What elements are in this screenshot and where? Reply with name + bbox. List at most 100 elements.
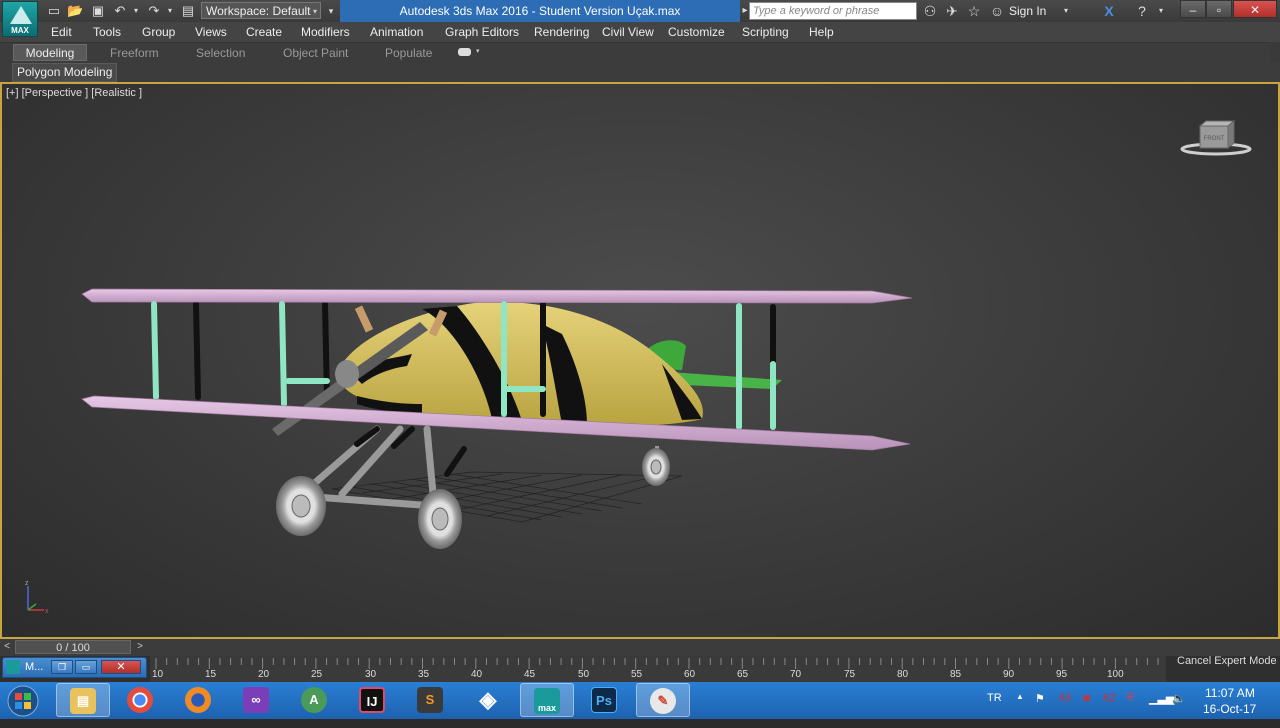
communication-center-icon[interactable]: ✈ <box>943 2 961 20</box>
menu-tools[interactable]: Tools <box>93 25 121 39</box>
clock-date[interactable]: 16-Oct-17 <box>1203 702 1256 716</box>
svg-text:z: z <box>25 580 29 587</box>
tick-label: 55 <box>631 669 643 680</box>
time-slider[interactable]: 0 / 100 <box>15 640 131 654</box>
taskbar-firefox[interactable] <box>172 683 226 717</box>
redo-icon[interactable]: ↷ <box>146 3 162 19</box>
tray-counter-b[interactable]: 62 <box>1103 692 1115 704</box>
minimized-window-title: M... <box>25 661 44 673</box>
taskbar-visual-studio[interactable]: ∞ <box>230 683 284 717</box>
3dsmax-logo-icon <box>10 6 32 24</box>
time-slider-bar: < 0 / 100 > <box>0 639 1280 656</box>
ribbon-display-dropdown-icon[interactable]: ▾ <box>476 47 480 55</box>
maximize-icon[interactable]: ▭ <box>75 660 97 674</box>
menu-modifiers[interactable]: Modifiers <box>301 25 350 39</box>
app-menu-button[interactable]: MAX <box>2 1 38 37</box>
search-input[interactable]: Type a keyword or phrase <box>749 2 917 20</box>
project-folder-icon[interactable]: ▤ <box>180 3 196 19</box>
taskbar-chrome[interactable] <box>114 683 168 717</box>
exchange-apps-icon[interactable]: X <box>1100 2 1118 20</box>
save-icon[interactable]: ▣ <box>90 3 106 19</box>
workspace-dropdown[interactable]: Workspace: Default ▾ <box>201 2 321 19</box>
taskbar-intellij[interactable]: IJ <box>346 683 400 717</box>
input-language-indicator[interactable]: TR <box>987 692 1002 704</box>
tab-object-paint[interactable]: Object Paint <box>283 46 348 60</box>
customize-quick-access-icon[interactable]: ▾ <box>323 3 339 19</box>
minimized-window[interactable]: M... ❐ ▭ ✕ <box>2 657 147 678</box>
windows-start-icon[interactable] <box>3 683 43 718</box>
taskbar-android-studio[interactable]: A <box>288 683 342 717</box>
open-file-icon[interactable]: 📂 <box>67 3 83 19</box>
menu-create[interactable]: Create <box>246 25 282 39</box>
binoculars-icon[interactable]: ⚇ <box>921 2 939 20</box>
menu-edit[interactable]: Edit <box>51 25 72 39</box>
ribbon-display-toggle-icon[interactable] <box>458 48 471 56</box>
security-shield-icon[interactable]: ⛨ <box>1126 692 1134 705</box>
menu-scripting[interactable]: Scripting <box>742 25 789 39</box>
undo-dropdown-icon[interactable]: ▾ <box>128 3 144 19</box>
restore-icon[interactable]: ❐ <box>51 660 73 674</box>
menu-animation[interactable]: Animation <box>370 25 423 39</box>
tick-label: 85 <box>950 669 962 680</box>
tick-label: 40 <box>471 669 483 680</box>
taskbar-paint[interactable]: ✎ <box>636 683 690 717</box>
frame-ruler[interactable]: 10 15 20 25 30 35 40 45 50 55 60 65 70 7… <box>150 656 1166 682</box>
folder-icon: ▤ <box>70 688 96 714</box>
restore-button[interactable]: ▫ <box>1206 0 1232 18</box>
help-icon[interactable]: ? <box>1133 2 1151 20</box>
time-prev-button[interactable]: < <box>0 640 14 654</box>
taskbar-photoshop[interactable]: Ps <box>578 683 632 717</box>
undo-icon[interactable]: ↶ <box>112 3 128 19</box>
close-button[interactable]: ✕ <box>1233 0 1277 18</box>
perspective-viewport[interactable]: [+] [Perspective ] [Realistic ] FRONT z … <box>0 82 1280 639</box>
polygon-modeling-panel[interactable]: Polygon Modeling <box>12 63 118 82</box>
menu-help[interactable]: Help <box>809 25 834 39</box>
android-studio-icon: A <box>301 687 327 713</box>
volume-icon[interactable]: 🔈 <box>1172 692 1186 705</box>
taskbar-3dsmax[interactable]: max <box>520 683 574 717</box>
sign-in-link[interactable]: Sign In <box>1009 4 1046 18</box>
sublime-text-icon: S <box>417 687 443 713</box>
network-signal-icon[interactable]: ▁▃▅ <box>1149 692 1174 705</box>
tab-selection[interactable]: Selection <box>196 46 245 60</box>
help-dropdown-icon[interactable]: ▾ <box>1152 2 1170 20</box>
exhaust-pipe-left <box>354 305 374 333</box>
minimize-button[interactable]: – <box>1180 0 1206 18</box>
tick-label: 50 <box>578 669 590 680</box>
menu-rendering[interactable]: Rendering <box>534 25 589 39</box>
menu-customize[interactable]: Customize <box>668 25 725 39</box>
favorites-star-icon[interactable]: ☆ <box>965 2 983 20</box>
menu-graph-editors[interactable]: Graph Editors <box>445 25 519 39</box>
clock-time[interactable]: 11:07 AM <box>1205 686 1255 700</box>
tick-label: 10 <box>152 669 164 680</box>
axis-tripod-icon: z x <box>25 580 49 615</box>
tab-populate[interactable]: Populate <box>385 46 432 60</box>
visual-studio-icon: ∞ <box>243 687 269 713</box>
menu-bar: Edit Tools Group Views Create Modifiers … <box>0 22 1280 42</box>
taskbar-explorer[interactable]: ▤ <box>56 683 110 717</box>
airplane-model[interactable] <box>2 84 1278 637</box>
tab-modeling[interactable]: Modeling <box>13 44 87 61</box>
time-next-button[interactable]: > <box>133 640 147 654</box>
tick-label: 30 <box>365 669 377 680</box>
show-hidden-icons-icon[interactable]: ▲ <box>1016 692 1024 701</box>
taskbar-unity[interactable]: ◈ <box>462 683 516 717</box>
cancel-expert-mode-button[interactable]: Cancel Expert Mode <box>1177 655 1277 667</box>
user-icon[interactable]: ☺ <box>988 2 1006 20</box>
menu-group[interactable]: Group <box>142 25 175 39</box>
workspace-value: Workspace: Default <box>206 4 311 18</box>
window-title: Autodesk 3ds Max 2016 - Student Version … <box>340 0 740 22</box>
taskbar-sublime[interactable]: S <box>404 683 458 717</box>
new-file-icon[interactable]: ▭ <box>46 3 62 19</box>
menu-civil-view[interactable]: Civil View <box>602 25 654 39</box>
redo-dropdown-icon[interactable]: ▾ <box>162 3 178 19</box>
flag-icon[interactable]: ⚑ <box>1035 692 1045 705</box>
tray-counter-a[interactable]: 63 <box>1059 692 1071 704</box>
close-icon[interactable]: ✕ <box>101 660 141 674</box>
upper-wing <box>81 288 913 304</box>
tab-freeform[interactable]: Freeform <box>110 46 159 60</box>
track-bar[interactable]: 10 15 20 25 30 35 40 45 50 55 60 65 70 7… <box>0 656 1280 682</box>
menu-views[interactable]: Views <box>195 25 227 39</box>
tray-x-icon[interactable]: ✖ <box>1082 692 1091 705</box>
sign-in-dropdown-icon[interactable]: ▾ <box>1057 2 1075 20</box>
